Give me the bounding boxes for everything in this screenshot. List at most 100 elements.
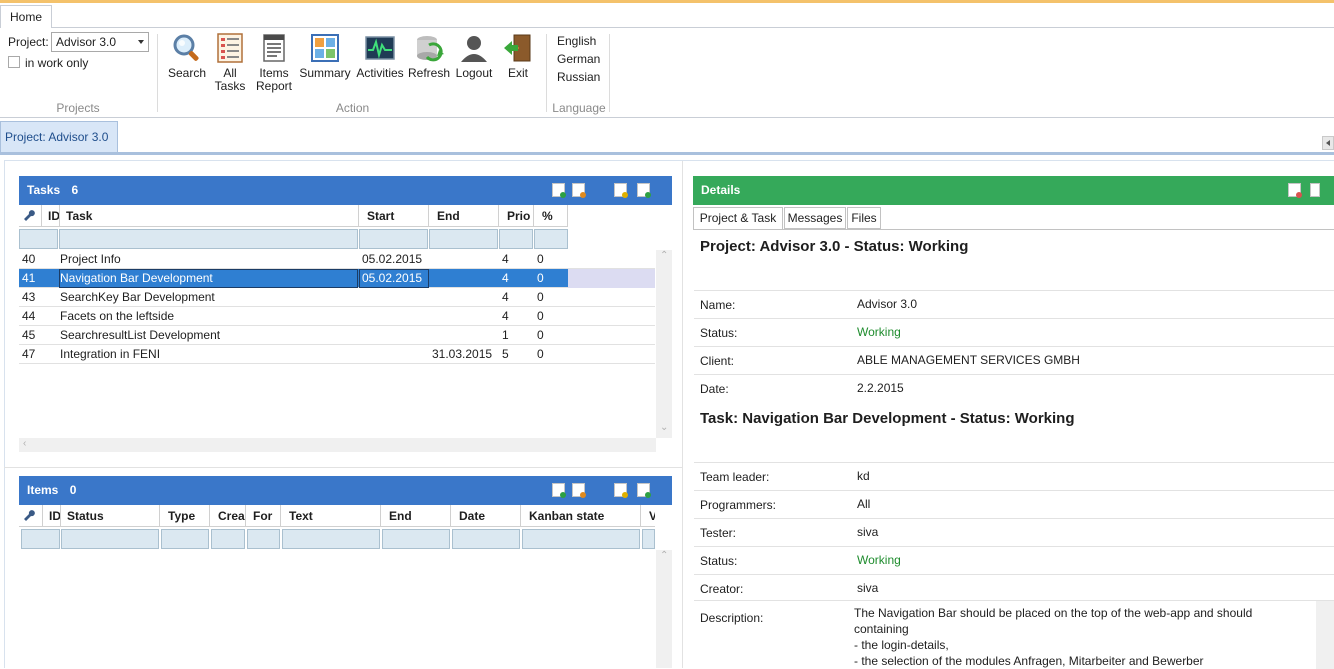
col-for[interactable]: For — [246, 505, 281, 527]
chevron-up-icon[interactable]: ⌃ — [660, 250, 668, 261]
refresh-tasks-icon[interactable] — [637, 183, 651, 198]
filter-start[interactable] — [359, 229, 428, 249]
filter-id[interactable] — [21, 529, 60, 549]
cell-percent: 0 — [537, 290, 544, 304]
tab-messages[interactable]: Messages — [784, 207, 846, 229]
wrench-icon[interactable] — [19, 505, 43, 527]
field-value: 2.2.2015 — [857, 381, 904, 395]
field-label: Name: — [700, 298, 736, 312]
table-row[interactable]: 40 Project Info 05.02.2015 4 0 — [19, 250, 655, 269]
chevron-left-icon[interactable]: ‹ — [23, 438, 26, 449]
col-id[interactable]: ID — [43, 505, 61, 527]
tab-project-and-task[interactable]: Project & Task — [693, 207, 783, 230]
chevron-down-icon[interactable]: ⌄ — [660, 422, 668, 433]
all-tasks-button[interactable]: All Tasks — [210, 32, 250, 93]
add-detail-icon[interactable] — [1288, 183, 1302, 198]
expand-icon[interactable] — [1310, 183, 1320, 197]
table-row[interactable]: 44 Facets on the leftside 4 0 — [19, 307, 655, 326]
filter-task[interactable] — [59, 229, 358, 249]
tab-files[interactable]: Files — [847, 207, 881, 229]
add-task-icon[interactable] — [552, 183, 566, 198]
col-end[interactable]: End — [381, 505, 451, 527]
filter-end[interactable] — [429, 229, 498, 249]
edit-item-icon[interactable] — [572, 483, 586, 498]
refresh-items-icon[interactable] — [637, 483, 651, 498]
edit-task-icon[interactable] — [572, 183, 586, 198]
items-report-button[interactable]: Items Report — [254, 32, 294, 93]
project-label: Project: — [8, 35, 49, 49]
task-list-icon — [217, 33, 243, 63]
filter-status[interactable] — [61, 529, 159, 549]
in-work-only-checkbox[interactable] — [8, 56, 20, 68]
activities-button[interactable]: Activities — [355, 32, 405, 80]
description-line: - the login-details, — [854, 638, 949, 652]
cell-prio: 4 — [502, 271, 509, 285]
cell-task: Navigation Bar Development — [60, 271, 213, 285]
export-icon[interactable] — [614, 483, 628, 498]
col-text[interactable]: Text — [281, 505, 381, 527]
cell-id: 45 — [22, 328, 36, 342]
filter-for[interactable] — [247, 529, 280, 549]
table-row-selected[interactable]: 41 Navigation Bar Development 05.02.2015… — [19, 269, 655, 288]
col-task[interactable]: Task — [60, 205, 359, 227]
cell-prio: 4 — [502, 309, 509, 323]
refresh-button[interactable]: Refresh — [408, 32, 450, 80]
items-vertical-scrollbar[interactable]: ⌃ — [656, 550, 672, 668]
panel-divider — [4, 467, 682, 468]
document-tab-project[interactable]: Project: Advisor 3.0 — [0, 121, 118, 153]
language-english[interactable]: English — [557, 34, 596, 48]
cell-prio: 4 — [502, 290, 509, 304]
field-label: Date: — [700, 382, 729, 396]
add-item-icon[interactable] — [552, 483, 566, 498]
col-type[interactable]: Type — [160, 505, 210, 527]
tasks-vertical-scrollbar[interactable]: ⌃ ⌄ — [656, 250, 672, 438]
filter-type[interactable] — [161, 529, 209, 549]
tasks-horizontal-scrollbar[interactable]: ‹ — [19, 438, 656, 452]
filter-end[interactable] — [382, 529, 450, 549]
table-row[interactable]: 45 SearchresultList Development 1 0 — [19, 326, 655, 345]
tab-home[interactable]: Home — [0, 5, 52, 29]
col-kanban-state[interactable]: Kanban state — [521, 505, 641, 527]
search-button[interactable]: Search — [167, 32, 207, 80]
cell-id: 47 — [22, 347, 36, 361]
group-divider — [157, 34, 158, 112]
table-row[interactable]: 47 Integration in FENI 31.03.2015 5 0 — [19, 345, 655, 364]
col-id[interactable]: ID — [42, 205, 60, 227]
language-german[interactable]: German — [557, 52, 600, 66]
wrench-icon[interactable] — [19, 205, 42, 227]
col-created[interactable]: Crea — [210, 505, 246, 527]
col-percent[interactable]: % — [534, 205, 568, 227]
col-prio[interactable]: Prio — [499, 205, 534, 227]
description-scrollbar[interactable] — [1316, 601, 1334, 669]
filter-prio[interactable] — [499, 229, 533, 249]
ribbon: Project: Advisor 3.0 in work only Projec… — [0, 28, 1334, 118]
export-icon[interactable] — [614, 183, 628, 198]
filter-percent[interactable] — [534, 229, 568, 249]
chevron-up-icon[interactable]: ⌃ — [660, 550, 668, 561]
project-select[interactable]: Advisor 3.0 — [51, 32, 149, 52]
logout-button[interactable]: Logout — [454, 32, 494, 80]
filter-v[interactable] — [642, 529, 655, 549]
exit-button[interactable]: Exit — [500, 32, 536, 80]
col-v[interactable]: V — [641, 505, 655, 527]
group-divider — [546, 34, 547, 112]
filter-id[interactable] — [19, 229, 58, 249]
col-status[interactable]: Status — [61, 505, 160, 527]
status-value: Working — [857, 325, 901, 339]
filter-date[interactable] — [452, 529, 520, 549]
field-label: Status: — [700, 554, 738, 568]
panel-splitter[interactable] — [682, 161, 683, 668]
language-russian[interactable]: Russian — [557, 70, 600, 84]
table-row[interactable]: 43 SearchKey Bar Development 4 0 — [19, 288, 655, 307]
summary-button[interactable]: Summary — [299, 32, 351, 80]
col-end[interactable]: End — [429, 205, 499, 227]
tab-scroll-left-button[interactable] — [1322, 136, 1334, 150]
col-date[interactable]: Date — [451, 505, 521, 527]
report-icon — [263, 34, 285, 62]
cell-task: Integration in FENI — [60, 347, 161, 361]
filter-kanban-state[interactable] — [522, 529, 640, 549]
col-start[interactable]: Start — [359, 205, 429, 227]
filter-text[interactable] — [282, 529, 380, 549]
detail-row-programmers: Programmers: All — [694, 490, 1334, 518]
filter-created[interactable] — [211, 529, 245, 549]
